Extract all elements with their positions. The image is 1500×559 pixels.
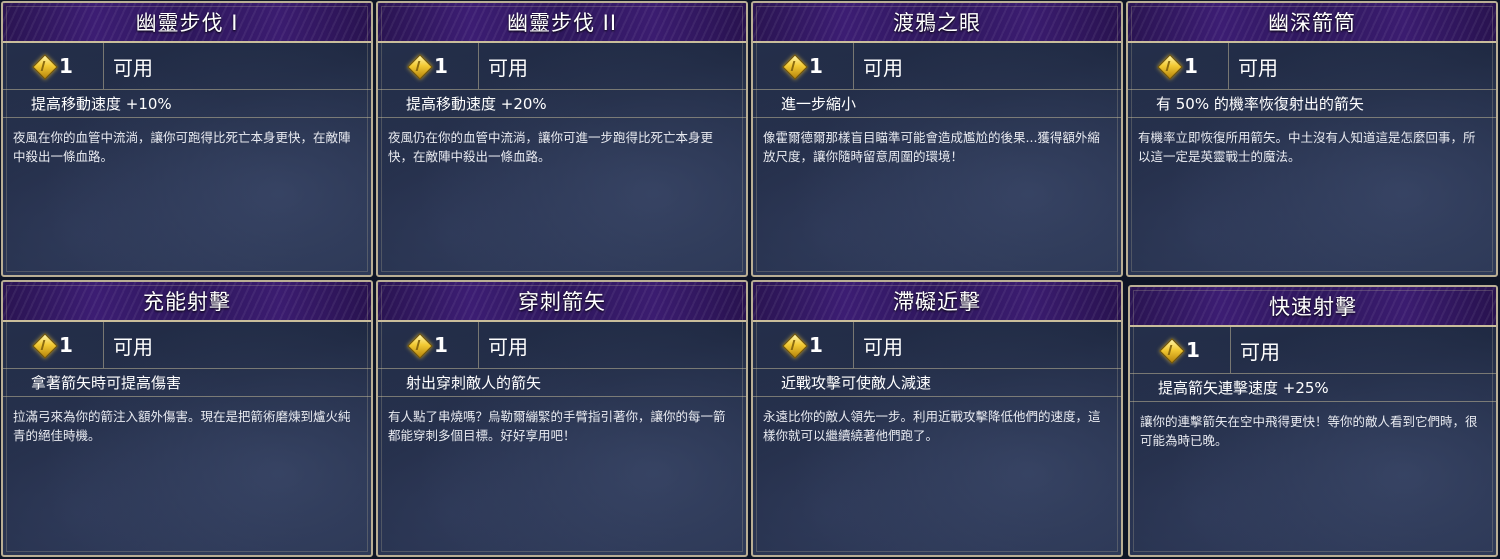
skill-card-8[interactable]: 快速射擊 1 可用 提高箭矢連擊速度 +25% 讓你的連擊箭矢在空中飛得更快！等… [1128, 285, 1498, 557]
cost-cell: 1 [753, 322, 854, 368]
card-title: 幽深箭筒 [1268, 11, 1356, 35]
effect-text: 射出穿刺敵人的箭矢 [378, 369, 746, 397]
cost-row: 1 可用 [378, 322, 746, 369]
effect-text: 提高箭矢連擊速度 +25% [1130, 374, 1496, 402]
description-text: 拉滿弓來為你的箭注入額外傷害。現在是把箭術磨煉到爐火純青的絕佳時機。 [13, 409, 351, 443]
status-label: 可用 [113, 55, 153, 80]
description-text: 有機率立即恢復所用箭矢。中土沒有人知道這是怎麼回事，所以這一定是英靈戰士的魔法。 [1138, 130, 1476, 164]
cost-value: 1 [1184, 54, 1198, 78]
cost-cell: 1 [378, 322, 479, 368]
skill-point-gem-icon [408, 334, 430, 356]
effect-text: 提高移動速度 +20% [378, 90, 746, 118]
cost-row: 1 可用 [3, 322, 371, 369]
cost-cell: 1 [3, 43, 104, 89]
effect-text: 有 50% 的機率恢復射出的箭矢 [1128, 90, 1496, 118]
skill-card-5[interactable]: 充能射擊 1 可用 拿著箭矢時可提高傷害 拉滿弓來為你的箭注入額外傷害。現在是把… [1, 280, 373, 557]
card-title-bar: 幽靈步伐 II [378, 3, 746, 43]
status-label: 可用 [863, 334, 903, 359]
description-text: 夜風仍在你的血管中流淌，讓你可進一步跑得比死亡本身更快，在敵陣中殺出一條血路。 [388, 130, 714, 164]
card-title-bar: 快速射擊 [1130, 287, 1496, 327]
cost-cell: 1 [3, 322, 104, 368]
effect-text: 提高移動速度 +10% [3, 90, 371, 118]
skill-point-gem-icon [783, 334, 805, 356]
cost-value: 1 [59, 54, 73, 78]
card-title-bar: 滯礙近擊 [753, 282, 1121, 322]
cost-row: 1 可用 [3, 43, 371, 90]
skill-point-gem-icon [33, 55, 55, 77]
status-label: 可用 [1240, 339, 1280, 364]
cost-value: 1 [809, 333, 823, 357]
skill-point-gem-icon [1160, 339, 1182, 361]
status-label: 可用 [1238, 55, 1278, 80]
effect-text: 進一步縮小 [753, 90, 1121, 118]
status-label: 可用 [863, 55, 903, 80]
card-title: 快速射擊 [1269, 295, 1357, 319]
cost-row: 1 可用 [753, 43, 1121, 90]
description-text: 永遠比你的敵人領先一步。利用近戰攻擊降低他們的速度，這樣你就可以繼續繞著他們跑了… [763, 409, 1101, 443]
card-title: 穿刺箭矢 [518, 290, 606, 314]
skill-card-4[interactable]: 幽深箭筒 1 可用 有 50% 的機率恢復射出的箭矢 有機率立即恢復所用箭矢。中… [1126, 1, 1498, 277]
cost-row: 1 可用 [1130, 327, 1496, 374]
cost-value: 1 [434, 333, 448, 357]
effect-text: 拿著箭矢時可提高傷害 [3, 369, 371, 397]
cost-value: 1 [434, 54, 448, 78]
skill-point-gem-icon [408, 55, 430, 77]
card-title-bar: 穿刺箭矢 [378, 282, 746, 322]
cost-value: 1 [59, 333, 73, 357]
card-title: 幽靈步伐 I [135, 11, 239, 35]
skill-card-3[interactable]: 渡鴉之眼 1 可用 進一步縮小 像霍爾德爾那樣盲目瞄準可能會造成尷尬的後果...… [751, 1, 1123, 277]
effect-text: 近戰攻擊可使敵人減速 [753, 369, 1121, 397]
cost-value: 1 [1186, 338, 1200, 362]
description-text: 像霍爾德爾那樣盲目瞄準可能會造成尷尬的後果...獲得額外縮放尺度，讓你隨時留意周… [763, 130, 1100, 164]
status-label: 可用 [488, 55, 528, 80]
status-label: 可用 [488, 334, 528, 359]
card-title: 充能射擊 [143, 290, 231, 314]
cost-cell: 1 [1128, 43, 1229, 89]
description-text: 讓你的連擊箭矢在空中飛得更快！等你的敵人看到它們時，很可能為時已晚。 [1140, 414, 1478, 448]
card-title: 滯礙近擊 [893, 290, 981, 314]
cost-value: 1 [809, 54, 823, 78]
description-text: 夜風在你的血管中流淌，讓你可跑得比死亡本身更快，在敵陣中殺出一條血路。 [13, 130, 351, 164]
skill-point-gem-icon [33, 334, 55, 356]
skill-point-gem-icon [783, 55, 805, 77]
card-title-bar: 幽靈步伐 I [3, 3, 371, 43]
cost-row: 1 可用 [1128, 43, 1496, 90]
skill-card-6[interactable]: 穿刺箭矢 1 可用 射出穿刺敵人的箭矢 有人點了串燒嗎？烏勒爾繃緊的手臂指引著你… [376, 280, 748, 557]
cost-cell: 1 [378, 43, 479, 89]
cost-row: 1 可用 [753, 322, 1121, 369]
card-title: 幽靈步伐 II [506, 11, 618, 35]
skill-point-gem-icon [1158, 55, 1180, 77]
card-title: 渡鴉之眼 [893, 11, 981, 35]
cost-cell: 1 [753, 43, 854, 89]
description-text: 有人點了串燒嗎？烏勒爾繃緊的手臂指引著你，讓你的每一箭都能穿刺多個目標。好好享用… [388, 409, 726, 443]
skill-card-2[interactable]: 幽靈步伐 II 1 可用 提高移動速度 +20% 夜風仍在你的血管中流淌，讓你可… [376, 1, 748, 277]
cost-row: 1 可用 [378, 43, 746, 90]
card-title-bar: 充能射擊 [3, 282, 371, 322]
skill-card-7[interactable]: 滯礙近擊 1 可用 近戰攻擊可使敵人減速 永遠比你的敵人領先一步。利用近戰攻擊降… [751, 280, 1123, 557]
cost-cell: 1 [1130, 327, 1231, 373]
skill-card-1[interactable]: 幽靈步伐 I 1 可用 提高移動速度 +10% 夜風在你的血管中流淌，讓你可跑得… [1, 1, 373, 277]
card-title-bar: 幽深箭筒 [1128, 3, 1496, 43]
status-label: 可用 [113, 334, 153, 359]
card-title-bar: 渡鴉之眼 [753, 3, 1121, 43]
